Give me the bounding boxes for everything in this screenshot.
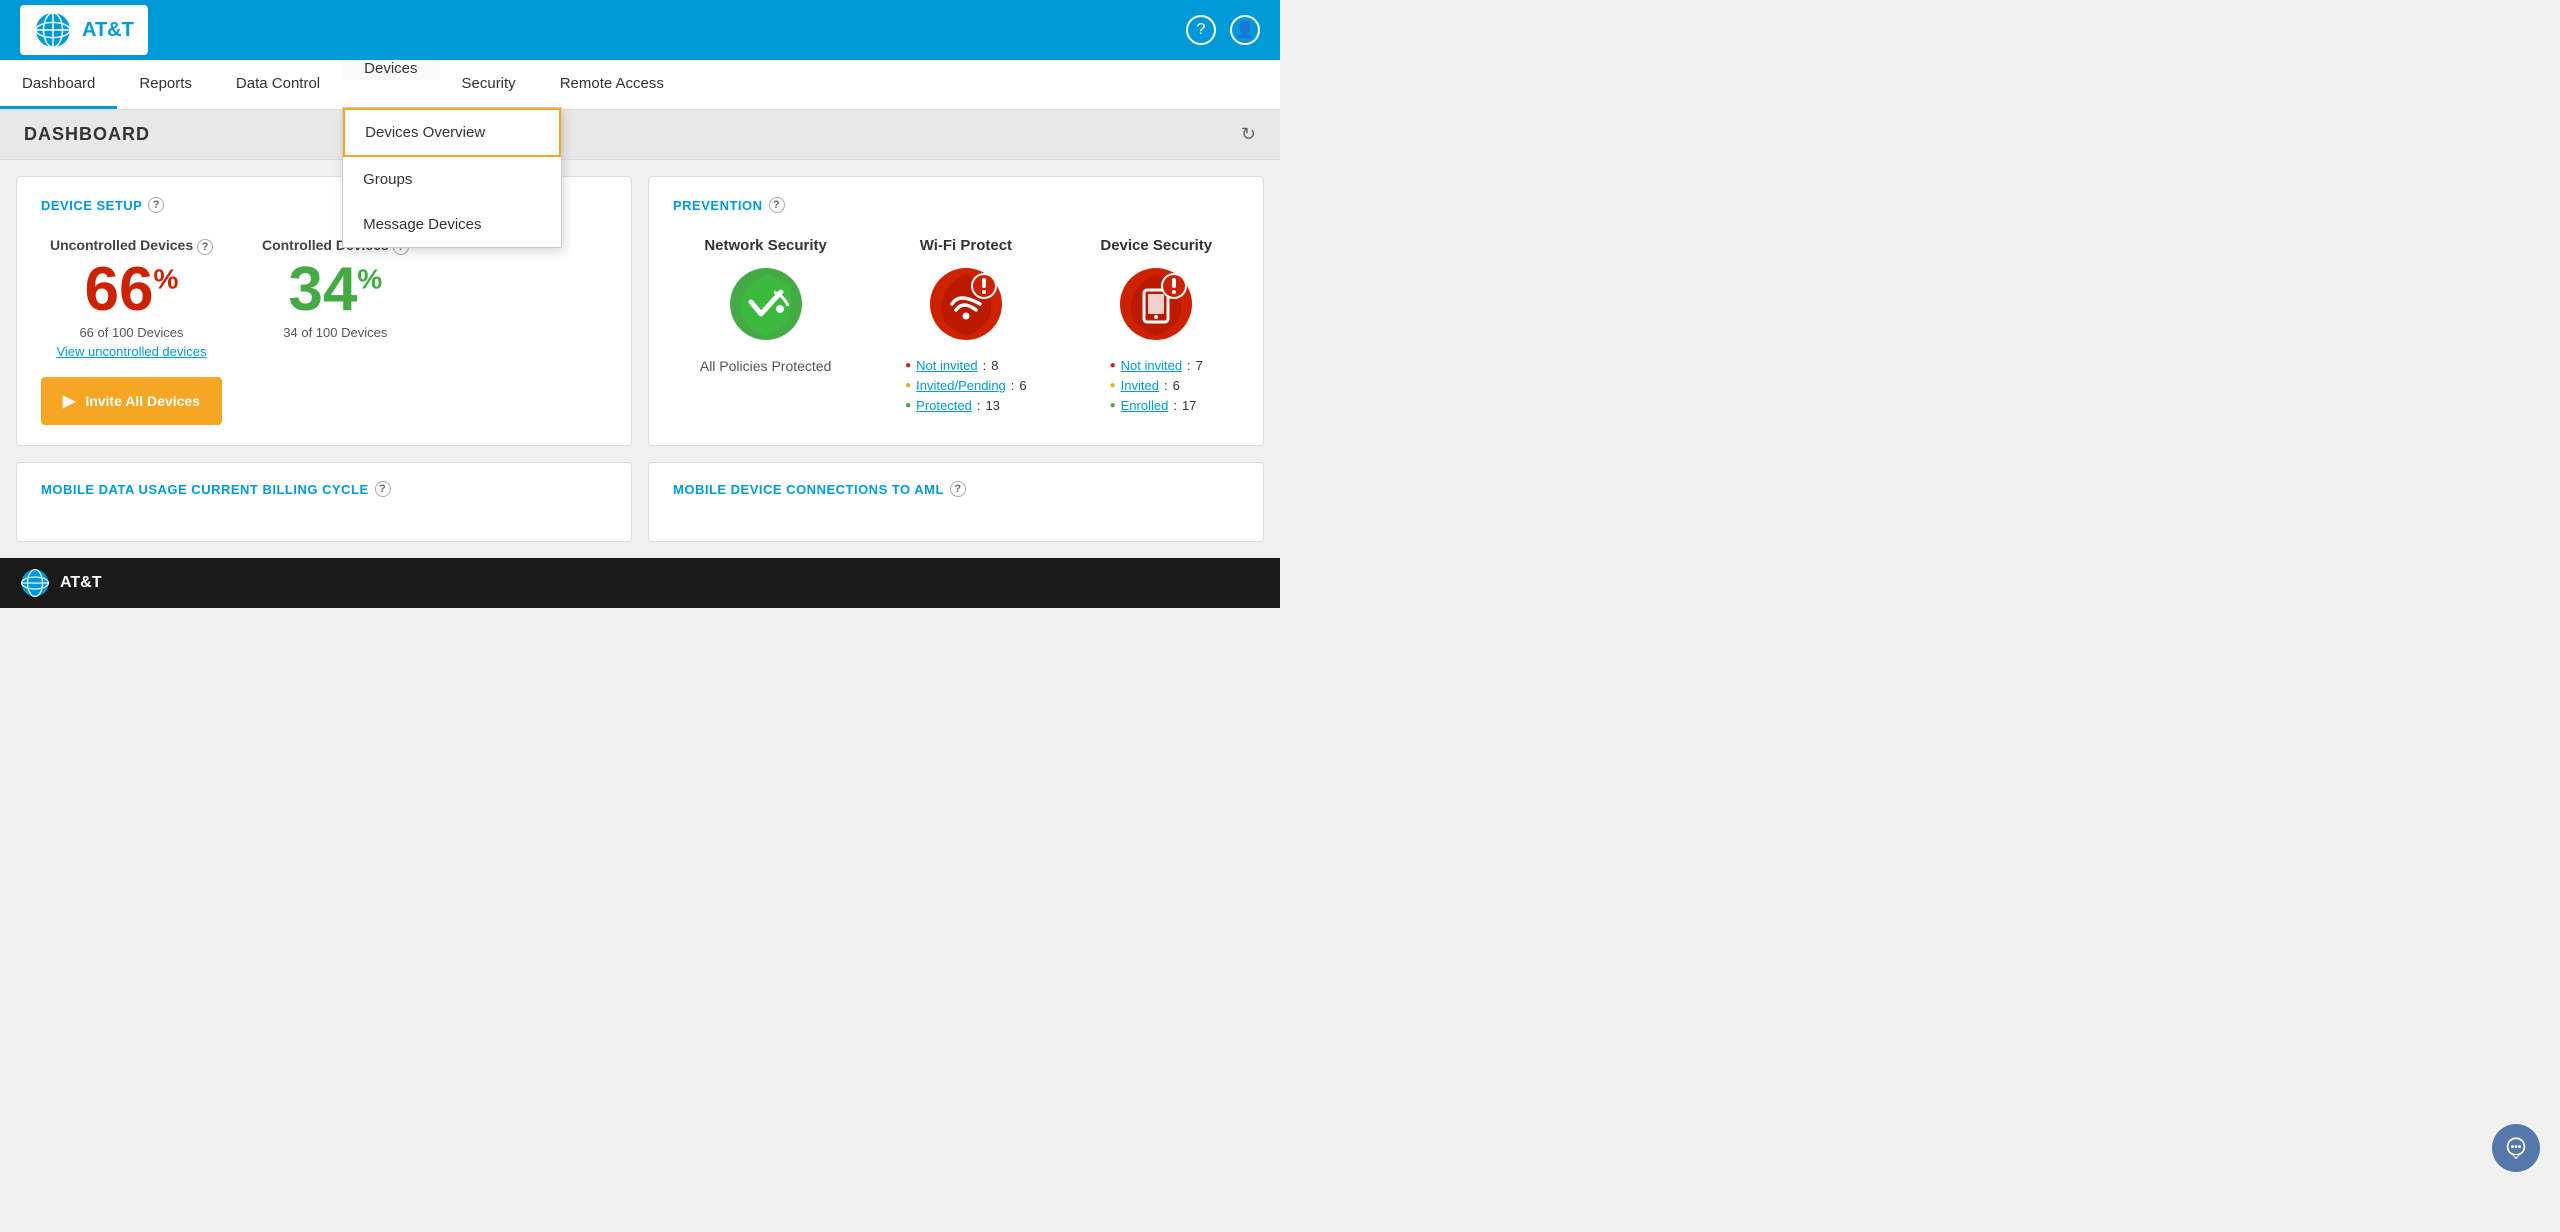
nav-label-data-control: Data Control — [236, 75, 320, 92]
controlled-stat: Controlled Devices ? 34% 34 of 100 Devic… — [262, 237, 409, 340]
wifi-protect-stats: ● Not invited: 8 ● Invited/Pending: 6 ● … — [905, 358, 1027, 413]
prevention-help-icon[interactable]: ? — [769, 197, 785, 213]
network-security-title: Network Security — [704, 237, 827, 254]
device-invited-link[interactable]: Invited — [1121, 378, 1159, 393]
protected-link[interactable]: Protected — [916, 398, 972, 413]
nav-item-devices-wrapper: Devices Devices Overview Groups Message … — [342, 60, 439, 109]
nav-bar: Dashboard Reports Data Control Devices D… — [0, 60, 1280, 110]
network-security-col: Network Security All Policies Protected — [700, 237, 832, 413]
not-invited-link[interactable]: Not invited — [916, 358, 977, 373]
devices-dropdown: Devices Overview Groups Message Devices — [342, 107, 562, 248]
chat-bubble[interactable] — [2492, 1124, 2540, 1172]
view-uncontrolled-link[interactable]: View uncontrolled devices — [56, 344, 206, 359]
device-enrolled: ● Enrolled: 17 — [1110, 398, 1203, 413]
help-icon[interactable]: ? — [1186, 15, 1216, 45]
page-title: DASHBOARD — [24, 124, 150, 145]
uncontrolled-count: 66 of 100 Devices — [79, 325, 183, 340]
nav-label-devices: Devices — [364, 60, 417, 77]
device-security-stats: ● Not invited: 7 ● Invited: 6 ● Enrolled… — [1110, 358, 1203, 413]
att-globe-icon — [34, 11, 72, 49]
logo-area: AT&T — [20, 5, 148, 55]
nav-item-security[interactable]: Security — [440, 60, 538, 109]
wifi-not-invited: ● Not invited: 8 — [905, 358, 1027, 373]
footer: AT&T — [0, 558, 1280, 608]
device-security-icon — [1116, 264, 1196, 344]
uncontrolled-percent: 66% — [85, 259, 179, 321]
device-security-title: Device Security — [1100, 237, 1212, 254]
device-not-invited-link[interactable]: Not invited — [1121, 358, 1182, 373]
invite-all-devices-button[interactable]: ▶ Invite All Devices — [41, 377, 222, 425]
prevention-card: PREVENTION ? Network Security All Polici… — [648, 176, 1264, 446]
nav-item-data-control[interactable]: Data Control — [214, 60, 342, 109]
wifi-invited-pending: ● Invited/Pending: 6 — [905, 378, 1027, 393]
header-icons: ? 👤 — [1186, 15, 1260, 45]
uncontrolled-help-icon[interactable]: ? — [197, 239, 213, 255]
device-security-col: Device Security — [1100, 237, 1212, 413]
dot-orange-icon-2: ● — [1110, 380, 1116, 391]
mobile-device-connections-card: MOBILE DEVICE CONNECTIONS TO AML ? — [648, 462, 1264, 542]
dashboard-bar: DASHBOARD ↻ — [0, 110, 1280, 160]
refresh-icon[interactable]: ↻ — [1241, 124, 1256, 145]
dropdown-item-groups[interactable]: Groups — [343, 157, 561, 202]
mobile-device-connections-title: MOBILE DEVICE CONNECTIONS TO AML ? — [673, 481, 1239, 497]
header: AT&T ? 👤 — [0, 0, 1280, 60]
controlled-count: 34 of 100 Devices — [283, 325, 387, 340]
dropdown-item-devices-overview[interactable]: Devices Overview — [343, 108, 561, 157]
nav-label-security: Security — [462, 75, 516, 92]
device-setup-content: Uncontrolled Devices ? 66% 66 of 100 Dev… — [41, 237, 607, 425]
dot-red-icon-2: ● — [1110, 360, 1116, 371]
user-icon[interactable]: 👤 — [1230, 15, 1260, 45]
bottom-cards-row: MOBILE DATA USAGE CURRENT BILLING CYCLE … — [0, 462, 1280, 558]
mobile-data-title: MOBILE DATA USAGE CURRENT BILLING CYCLE … — [41, 481, 607, 497]
device-invited: ● Invited: 6 — [1110, 378, 1203, 393]
prevention-content: Network Security All Policies Protected … — [673, 237, 1239, 413]
wifi-protect-icon — [926, 264, 1006, 344]
mobile-data-help-icon[interactable]: ? — [375, 481, 391, 497]
nav-label-dashboard: Dashboard — [22, 75, 95, 92]
prevention-title: PREVENTION ? — [673, 197, 1239, 213]
invited-pending-link[interactable]: Invited/Pending — [916, 378, 1006, 393]
cards-row: DEVICE SETUP ? Uncontrolled Devices ? 66… — [0, 160, 1280, 462]
nav-label-remote-access: Remote Access — [560, 75, 664, 92]
page-content: DASHBOARD ↻ DEVICE SETUP ? Uncontrolled … — [0, 110, 1280, 558]
nav-item-devices[interactable]: Devices — [342, 60, 439, 80]
invite-arrow-icon: ▶ — [63, 391, 75, 411]
device-not-invited: ● Not invited: 7 — [1110, 358, 1203, 373]
dropdown-item-message-devices[interactable]: Message Devices — [343, 202, 561, 247]
device-setup-help-icon[interactable]: ? — [148, 197, 164, 213]
nav-item-dashboard[interactable]: Dashboard — [0, 60, 117, 109]
uncontrolled-stat: Uncontrolled Devices ? 66% 66 of 100 Dev… — [41, 237, 222, 425]
network-security-icon — [726, 264, 806, 344]
dot-orange-icon: ● — [905, 380, 911, 391]
nav-item-remote-access[interactable]: Remote Access — [538, 60, 686, 109]
wifi-protect-title: Wi-Fi Protect — [920, 237, 1012, 254]
wifi-protect-col: Wi-Fi Protect — [905, 237, 1027, 413]
wifi-protected: ● Protected: 13 — [905, 398, 1027, 413]
uncontrolled-label: Uncontrolled Devices ? — [50, 237, 213, 255]
mobile-device-connections-help-icon[interactable]: ? — [950, 481, 966, 497]
logo-text: AT&T — [82, 19, 134, 42]
dot-green-icon-2: ● — [1110, 400, 1116, 411]
dot-green-icon: ● — [905, 400, 911, 411]
mobile-data-card: MOBILE DATA USAGE CURRENT BILLING CYCLE … — [16, 462, 632, 542]
nav-item-reports[interactable]: Reports — [117, 60, 214, 109]
device-enrolled-link[interactable]: Enrolled — [1121, 398, 1169, 413]
network-security-status: All Policies Protected — [700, 358, 832, 374]
controlled-percent: 34% — [288, 259, 382, 321]
footer-globe-icon — [20, 568, 50, 598]
dot-red-icon: ● — [905, 360, 911, 371]
chat-bubble-icon — [2502, 1134, 2530, 1162]
nav-label-reports: Reports — [139, 75, 192, 92]
footer-logo-text: AT&T — [60, 574, 101, 592]
